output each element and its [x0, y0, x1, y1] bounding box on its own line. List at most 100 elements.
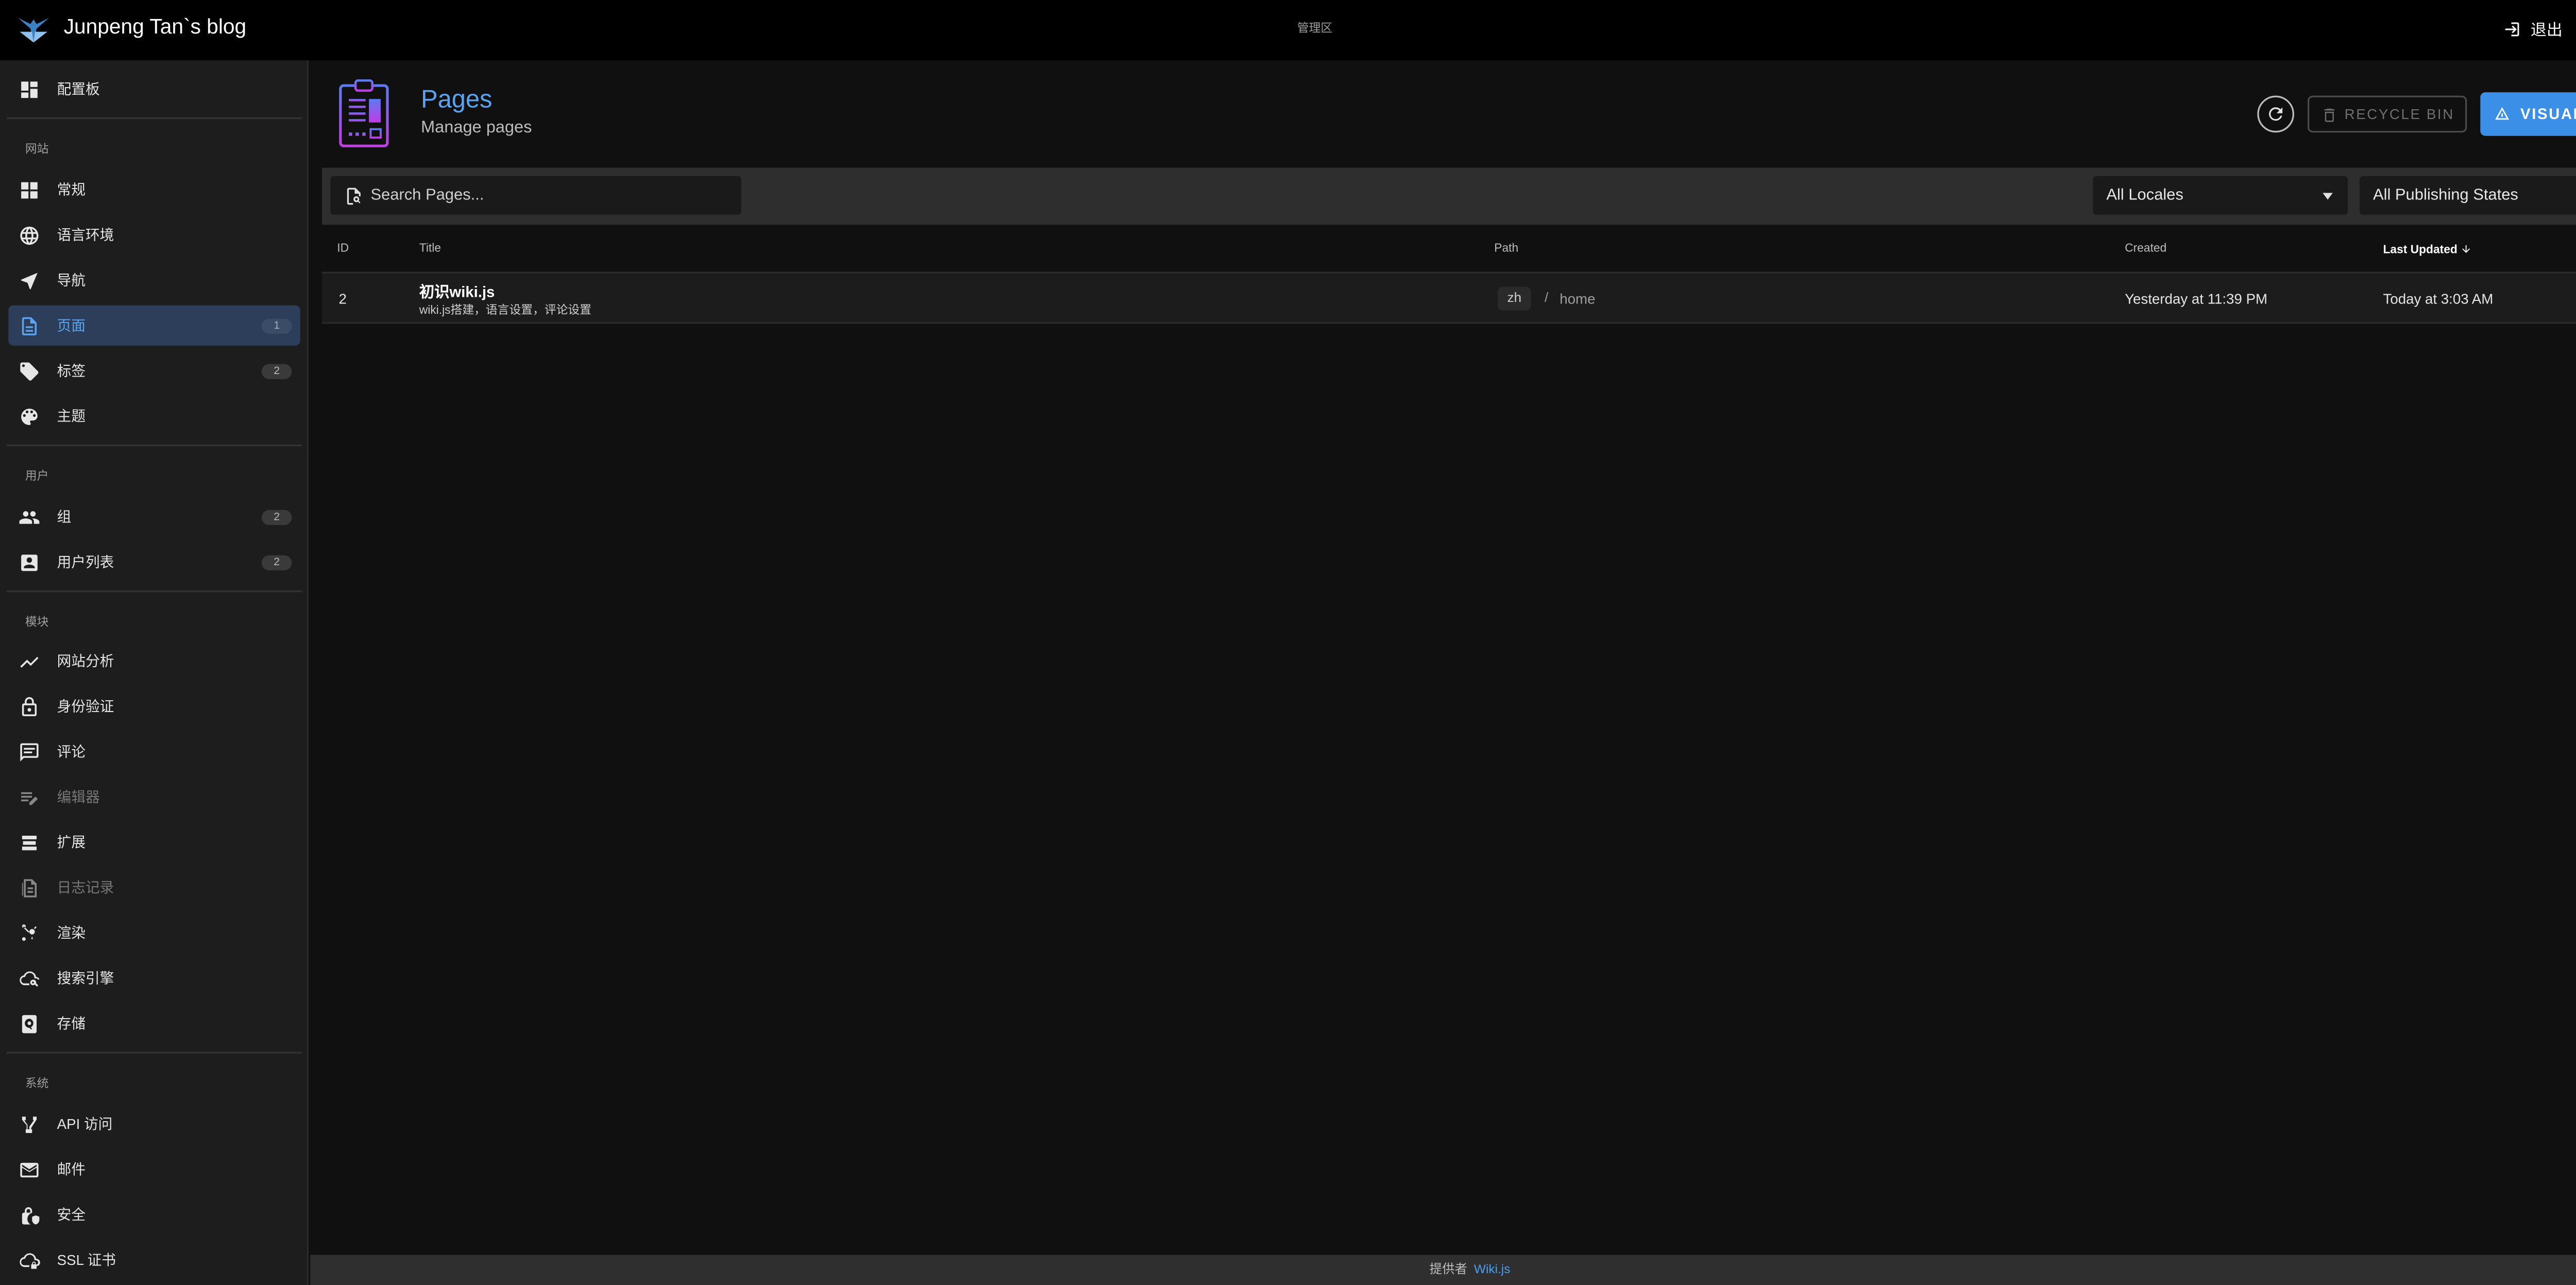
row-title: 初识wiki.js [419, 283, 495, 300]
sidebar: 配置板 网站 常规 语言环境 导航 页面 1 标签 2 主题 用户 组 2 用户… [0, 60, 309, 1285]
sidebar-item-comments[interactable]: 评论 [8, 732, 300, 772]
group-icon [19, 506, 40, 528]
main-content: Pages Manage pages RECYCLE BIN VISUALIZE… [310, 60, 2576, 1255]
sidebar-item-label: 编辑器 [57, 788, 100, 805]
sidebar-item-security[interactable]: 安全 [8, 1194, 300, 1235]
sidebar-item-label: 安全 [57, 1206, 86, 1223]
sidebar-item-label: 组 [57, 508, 72, 526]
column-header-created[interactable]: Created [2125, 243, 2166, 255]
logout-button[interactable]: 退出 [2502, 17, 2563, 41]
sidebar-item-auth[interactable]: 身份验证 [8, 686, 300, 726]
section-site: 网站 [25, 144, 49, 156]
storage-icon [19, 1012, 40, 1034]
divider [7, 444, 302, 447]
sidebar-item-navigation[interactable]: 导航 [8, 260, 300, 300]
sidebar-item-tags[interactable]: 标签 2 [8, 350, 300, 391]
palette-icon [19, 405, 40, 427]
pages-table: ID Title Path Created Last Updated 2 初识w… [321, 230, 2576, 324]
ssl-icon [19, 1249, 40, 1271]
sidebar-item-label: 用户列表 [57, 553, 114, 571]
section-system: 系统 [25, 1078, 49, 1091]
row-updated: Today at 3:03 AM [2383, 290, 2494, 307]
chevron-down-icon [2323, 193, 2333, 200]
search-engine-icon [19, 967, 40, 989]
dashboard-icon [19, 179, 40, 200]
log-icon [19, 876, 40, 898]
page-icon [19, 314, 40, 336]
sidebar-item-label: 存储 [57, 1015, 86, 1032]
path-separator: / [1544, 290, 1549, 306]
row-description: wiki.js搭建，语言设置，评论设置 [419, 305, 591, 317]
column-header-last-updated[interactable]: Last Updated [2383, 243, 2472, 257]
sidebar-item-editors[interactable]: 编辑器 [8, 776, 300, 817]
page-title: Pages [421, 86, 493, 114]
sidebar-item-users[interactable]: 用户列表 2 [8, 542, 300, 582]
sidebar-item-label: 日志记录 [57, 879, 114, 896]
search-box[interactable] [330, 176, 741, 215]
count-badge: 2 [261, 363, 292, 379]
locale-select[interactable]: All Locales [2093, 176, 2348, 215]
publish-state-select-value: All Publishing States [2372, 186, 2518, 205]
column-header-label: Last Updated [2383, 245, 2458, 257]
logout-label: 退出 [2530, 22, 2563, 41]
logout-icon [2505, 21, 2519, 36]
sidebar-item-storage[interactable]: 存储 [8, 1003, 300, 1043]
sidebar-item-search[interactable]: 搜索引擎 [8, 958, 300, 998]
sidebar-item-label: 渲染 [57, 924, 86, 941]
column-header-id[interactable]: ID [337, 243, 349, 255]
sidebar-item-api[interactable]: API 访问 [8, 1104, 300, 1144]
sidebar-item-label: 身份验证 [57, 698, 114, 715]
sidebar-item-general[interactable]: 常规 [8, 170, 300, 210]
recycle-bin-button[interactable]: RECYCLE BIN [2308, 95, 2467, 133]
count-badge: 2 [261, 554, 292, 570]
tags-icon [19, 360, 40, 381]
recycle-bin-label: RECYCLE BIN [2344, 106, 2454, 123]
sidebar-item-label: 扩展 [57, 834, 86, 851]
navigation-icon [19, 269, 40, 291]
locale-chip: zh [1497, 286, 1531, 311]
row-created: Yesterday at 11:39 PM [2125, 290, 2268, 307]
section-modules: 模块 [25, 617, 49, 629]
footer: 提供者 Wiki.js [310, 1255, 2576, 1285]
sidebar-item-label: 常规 [57, 181, 86, 198]
refresh-button[interactable] [2257, 95, 2294, 133]
filter-toolbar: All Locales All Publishing States [321, 167, 2576, 225]
sidebar-item-locale[interactable]: 语言环境 [8, 215, 300, 255]
sidebar-item-mail[interactable]: 邮件 [8, 1149, 300, 1189]
sidebar-item-theme[interactable]: 主题 [8, 396, 300, 436]
locale-select-value: All Locales [2106, 186, 2183, 205]
sidebar-item-label: SSL 证书 [57, 1251, 116, 1269]
sidebar-item-label: 语言环境 [57, 226, 114, 244]
sidebar-item-label: 网站分析 [57, 652, 114, 670]
sidebar-item-logging[interactable]: 日志记录 [8, 867, 300, 907]
sidebar-item-label: 主题 [57, 408, 86, 425]
table-header: ID Title Path Created Last Updated [321, 230, 2576, 274]
sidebar-item-ssl[interactable]: SSL 证书 [8, 1240, 300, 1280]
sidebar-item-groups[interactable]: 组 2 [8, 497, 300, 537]
render-icon [19, 922, 40, 943]
editor-icon [19, 786, 40, 807]
visualize-button[interactable]: VISUALIZE [2480, 92, 2576, 136]
powered-by-label: 提供者 [1429, 1261, 1467, 1277]
dashboard-icon [19, 78, 40, 99]
column-header-title[interactable]: Title [419, 243, 441, 255]
wikijs-link[interactable]: Wiki.js [1474, 1261, 1511, 1276]
globe-icon [19, 224, 40, 246]
sidebar-item-rendering[interactable]: 渲染 [8, 912, 300, 953]
search-input[interactable] [370, 182, 732, 208]
publish-state-select[interactable]: All Publishing States [2359, 176, 2576, 215]
sidebar-item-extensions[interactable]: 扩展 [8, 822, 300, 862]
lock-icon [19, 696, 40, 717]
security-icon [19, 1204, 40, 1225]
mail-icon [19, 1158, 40, 1180]
sidebar-item-dashboard[interactable]: 配置板 [8, 69, 300, 109]
sidebar-item-label: 标签 [57, 362, 86, 379]
sidebar-item-pages[interactable]: 页面 1 [8, 305, 300, 346]
table-row[interactable]: 2 初识wiki.js wiki.js搭建，语言设置，评论设置 zh / hom… [321, 273, 2576, 324]
sidebar-item-analytics[interactable]: 网站分析 [8, 641, 300, 681]
trash-icon [2324, 108, 2335, 121]
column-header-path[interactable]: Path [1494, 243, 1518, 255]
arrow-down-icon [2463, 245, 2471, 253]
count-badge: 1 [261, 317, 292, 333]
clipboard-pages-icon [339, 79, 389, 147]
